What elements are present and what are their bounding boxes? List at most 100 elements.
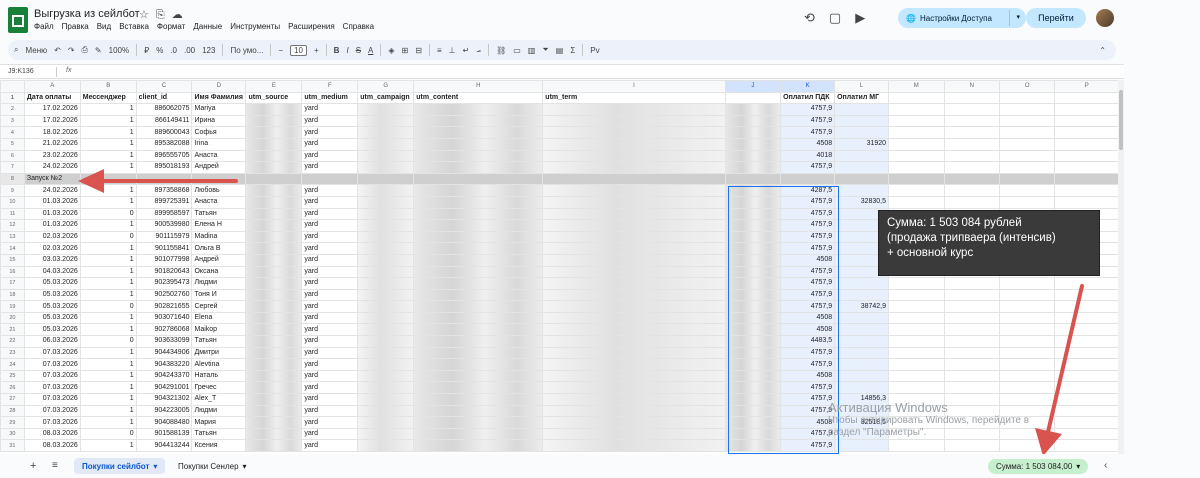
redacted-cell[interactable] — [542, 346, 726, 360]
redacted-cell[interactable] — [357, 277, 415, 290]
cell[interactable] — [998, 311, 1056, 325]
launch-label[interactable]: Запуск №2 — [23, 172, 81, 186]
zoom-select[interactable]: 100% — [109, 46, 129, 55]
utm-medium-cell[interactable]: yard — [301, 393, 359, 406]
date-cell[interactable]: 05.03.2026 — [23, 300, 81, 313]
goto-button[interactable]: Перейти — [1026, 8, 1086, 28]
cell[interactable] — [888, 369, 945, 383]
redacted-cell[interactable] — [542, 242, 726, 255]
collapse-toolbar-icon[interactable]: ⌃ — [1099, 46, 1106, 55]
paid-pdk-cell[interactable]: 4287,5 — [780, 184, 836, 197]
decrease-decimals-button[interactable]: .0 — [170, 46, 177, 55]
redacted-cell[interactable] — [357, 265, 415, 279]
redacted-cell[interactable] — [245, 346, 303, 360]
cell[interactable] — [943, 149, 1001, 163]
client-id-cell[interactable]: 904321302 — [135, 393, 193, 406]
name-cell[interactable]: Maikop — [191, 323, 247, 337]
redacted-cell[interactable] — [357, 149, 415, 163]
paid-pdk-cell[interactable]: 4757,9 — [780, 358, 836, 371]
messenger-cell[interactable]: 1 — [79, 126, 137, 139]
redacted-cell[interactable] — [245, 207, 303, 221]
client-id-cell[interactable]: 901588139 — [135, 427, 193, 441]
name-cell[interactable]: Тоня И — [191, 288, 247, 302]
cell[interactable] — [1054, 381, 1119, 395]
redacted-cell[interactable] — [245, 323, 303, 337]
cell[interactable] — [1054, 137, 1119, 151]
utm-medium-cell[interactable]: yard — [301, 335, 359, 348]
header-cell[interactable]: Дата оплаты — [23, 91, 81, 105]
cell[interactable] — [542, 172, 726, 186]
cell[interactable] — [943, 358, 1001, 371]
column-header-f[interactable]: F — [301, 80, 359, 93]
utm-medium-cell[interactable]: yard — [301, 126, 359, 139]
redacted-cell[interactable] — [413, 277, 544, 290]
utm-medium-cell[interactable]: yard — [301, 114, 359, 128]
client-id-cell[interactable]: 904223005 — [135, 404, 193, 418]
text-color-button[interactable]: A — [368, 46, 373, 55]
cell[interactable] — [998, 172, 1056, 186]
vertical-scrollbar[interactable] — [1118, 80, 1124, 454]
cell[interactable] — [888, 91, 945, 105]
paid-pdk-cell[interactable]: 4757,9 — [780, 288, 836, 302]
column-header-g[interactable]: G — [357, 80, 415, 93]
redacted-cell[interactable] — [413, 219, 544, 232]
date-cell[interactable]: 07.03.2026 — [23, 381, 81, 395]
messenger-cell[interactable]: 1 — [79, 404, 137, 418]
redacted-cell[interactable] — [724, 439, 782, 452]
redacted-cell[interactable] — [245, 300, 303, 313]
date-cell[interactable]: 07.03.2026 — [23, 393, 81, 406]
date-cell[interactable]: 07.03.2026 — [23, 369, 81, 383]
header-cell[interactable]: utm_source — [245, 91, 303, 105]
redacted-cell[interactable] — [357, 404, 415, 418]
cell[interactable] — [943, 114, 1001, 128]
cell[interactable] — [998, 137, 1056, 151]
redacted-cell[interactable] — [724, 195, 782, 209]
redacted-cell[interactable] — [357, 393, 415, 406]
client-id-cell[interactable]: 901115979 — [135, 230, 193, 244]
utm-medium-cell[interactable]: yard — [301, 288, 359, 302]
redacted-cell[interactable] — [542, 184, 726, 197]
redacted-cell[interactable] — [357, 300, 415, 313]
cell[interactable] — [1054, 184, 1119, 197]
messenger-cell[interactable]: 1 — [79, 195, 137, 209]
cell[interactable] — [998, 346, 1056, 360]
utm-medium-cell[interactable]: yard — [301, 277, 359, 290]
cell[interactable] — [998, 381, 1056, 395]
name-cell[interactable]: Татьян — [191, 335, 247, 348]
paid-pdk-cell[interactable]: 4508 — [780, 253, 836, 267]
messenger-cell[interactable]: 1 — [79, 253, 137, 267]
redacted-cell[interactable] — [542, 358, 726, 371]
redacted-cell[interactable] — [357, 358, 415, 371]
date-cell[interactable]: 24.02.2026 — [23, 184, 81, 197]
redacted-cell[interactable] — [724, 346, 782, 360]
messenger-cell[interactable]: 1 — [79, 346, 137, 360]
client-id-cell[interactable]: 901077998 — [135, 253, 193, 267]
column-header-b[interactable]: B — [79, 80, 137, 93]
column-header-o[interactable]: O — [998, 80, 1056, 93]
redacted-cell[interactable] — [357, 207, 415, 221]
sheet-tab-active[interactable]: Покупки сейлбот ▾ — [74, 458, 166, 474]
cell[interactable] — [998, 369, 1056, 383]
paint-format-icon[interactable]: ✎ — [95, 46, 102, 55]
paid-pdk-cell[interactable]: 4757,9 — [780, 242, 836, 255]
merge-cells-icon[interactable]: ⊟ — [415, 46, 422, 55]
redacted-cell[interactable] — [542, 404, 726, 418]
messenger-cell[interactable]: 1 — [79, 184, 137, 197]
redacted-cell[interactable] — [413, 427, 544, 441]
cell[interactable] — [888, 277, 945, 290]
cell[interactable] — [888, 323, 945, 337]
cell[interactable] — [888, 137, 945, 151]
cell[interactable] — [998, 358, 1056, 371]
redacted-cell[interactable] — [413, 207, 544, 221]
redacted-cell[interactable] — [245, 265, 303, 279]
row-number[interactable]: 8 — [0, 172, 25, 186]
currency-button[interactable]: ₽ — [144, 46, 149, 55]
functions-icon[interactable]: Σ — [570, 46, 575, 55]
cell[interactable] — [888, 103, 945, 116]
row-number[interactable]: 25 — [0, 369, 25, 383]
redacted-cell[interactable] — [245, 335, 303, 348]
date-cell[interactable]: 01.03.2026 — [23, 195, 81, 209]
redacted-cell[interactable] — [245, 277, 303, 290]
redacted-cell[interactable] — [542, 207, 726, 221]
cell[interactable] — [888, 161, 945, 174]
